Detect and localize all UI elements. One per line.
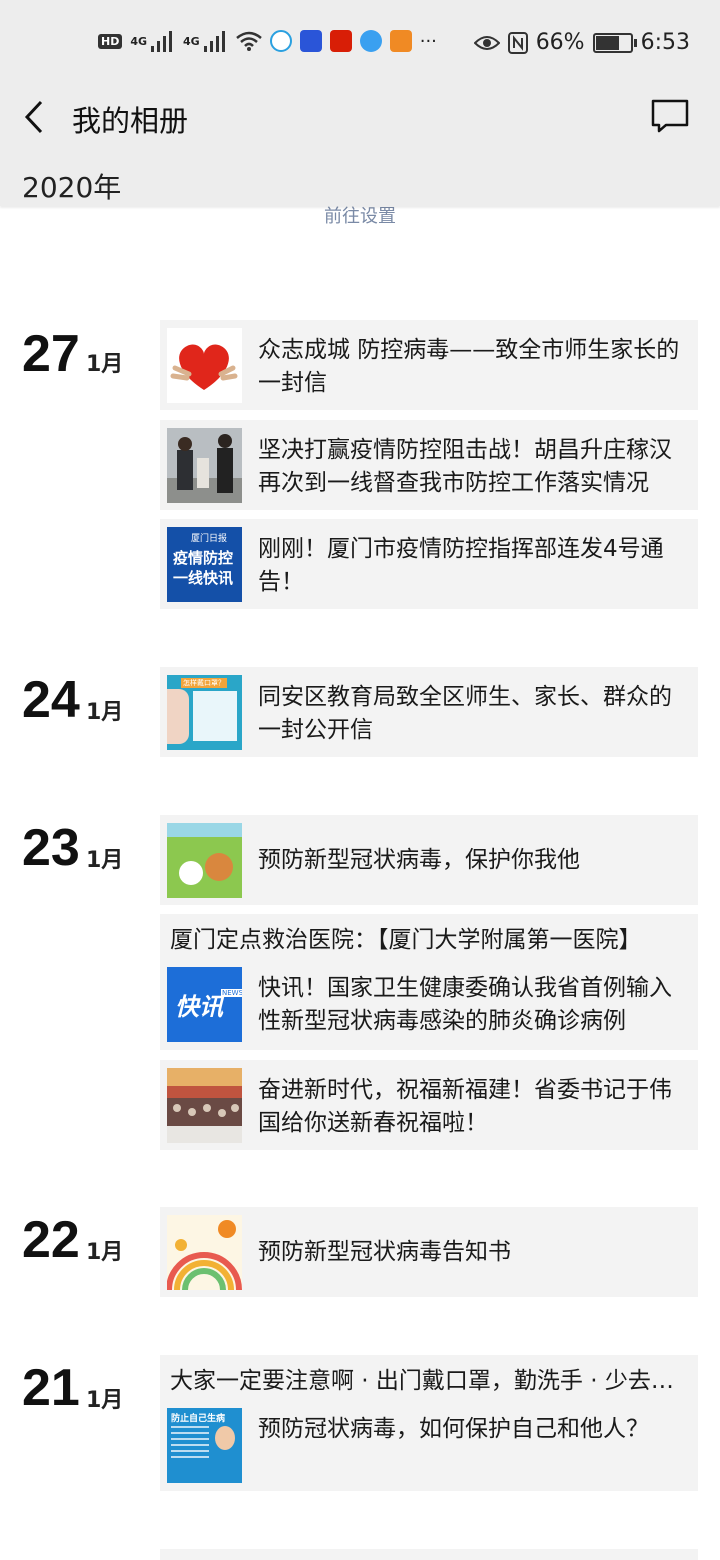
post-title: 预防冠状病毒，如何保护自己和他人？ bbox=[258, 1416, 649, 1442]
video-app-icon bbox=[389, 30, 412, 52]
thumb-line2: 一线快讯 bbox=[173, 569, 234, 587]
event-photo-icon bbox=[167, 1068, 242, 1143]
post-card[interactable]: 厦门日报 疫情防控 一线快讯 刚刚！厦门市疫情防控指挥部连发4号通告！ bbox=[160, 519, 698, 609]
post-title: 快讯！国家卫生健康委确认我省首例输入性新型冠状病毒感染的肺炎确诊病例 bbox=[258, 975, 672, 1034]
eye-comfort-icon bbox=[473, 35, 500, 50]
status-left: HD 4G 4G ··· bbox=[98, 30, 437, 52]
post-card[interactable]: 预防新型冠状病毒告知书 bbox=[160, 1207, 698, 1297]
network-label-2: 4G bbox=[183, 34, 200, 48]
person-figure bbox=[215, 1426, 235, 1450]
netease-app-icon bbox=[329, 30, 352, 52]
post-card[interactable]: 坚决打赢疫情防控阻击战！胡昌升庄稼汉再次到一线督查我市防控工作落实情况 bbox=[160, 420, 698, 510]
text-block bbox=[193, 691, 237, 741]
post-thumbnail: 怎样戴口罩？ bbox=[167, 675, 242, 750]
year-label: 2020年 bbox=[22, 171, 122, 204]
post-card[interactable]: 怎样戴口罩？ 同安区教育局致全区师生、家长、群众的一封公开信 bbox=[160, 667, 698, 757]
signal-icon bbox=[149, 30, 175, 52]
month-label: 1月 bbox=[86, 352, 124, 377]
post-thumbnail: 厦门日报 疫情防控 一线快讯 bbox=[167, 527, 242, 602]
battery-percent: 66% bbox=[535, 30, 585, 55]
heart-hands-image-icon bbox=[170, 344, 238, 390]
post-title: 刚刚！厦门市疫情防控指挥部连发4号通告！ bbox=[258, 536, 664, 595]
rainbow-illustration-icon bbox=[167, 1220, 242, 1290]
post-thumbnail bbox=[167, 428, 242, 503]
day-number: 22 bbox=[22, 1211, 80, 1269]
more-notifications-icon: ··· bbox=[419, 30, 437, 52]
post-thumbnail: 快讯 NEWS bbox=[167, 967, 242, 1042]
post-thumbnail bbox=[167, 1068, 242, 1143]
battery-icon bbox=[592, 32, 637, 53]
post-card[interactable]: 奋进新时代，祝福新福建！省委书记于伟国给你送新春祝福啦！ bbox=[160, 1060, 698, 1150]
thumb-title: 防止自己生病 bbox=[171, 1414, 226, 1424]
post-thumbnail bbox=[167, 823, 242, 898]
post-card-with-note[interactable]: 大家一定要注意啊 · 出门戴口罩，勤洗手 · 少去人员密集场所 防止自己生病 预… bbox=[160, 1355, 698, 1491]
status-bar: HD 4G 4G ··· 66% 6:53 bbox=[0, 0, 720, 88]
day-number: 24 bbox=[22, 671, 80, 729]
day-number: 27 bbox=[22, 325, 80, 383]
month-label: 1月 bbox=[86, 1388, 124, 1413]
post-thumbnail bbox=[167, 328, 242, 403]
post-note: 厦门定点救治医院：【厦门大学附属第一医院】 bbox=[170, 927, 642, 953]
hd-icon: HD bbox=[98, 33, 123, 49]
chat-app-icon bbox=[269, 30, 292, 52]
post-title: 预防新型冠状病毒告知书 bbox=[258, 1239, 511, 1265]
status-right: 66% 6:53 bbox=[473, 30, 690, 55]
post-title: 预防新型冠状病毒，保护你我他 bbox=[258, 847, 580, 873]
thumb-kuaixun: 快讯 bbox=[175, 993, 223, 1021]
inspection-photo-icon bbox=[167, 428, 242, 503]
month-label: 1月 bbox=[86, 700, 124, 725]
page-title: 我的相册 bbox=[72, 104, 189, 138]
post-card[interactable]: 众志成城 防控病毒——致全市师生家长的一封信 bbox=[160, 320, 698, 410]
post-card-partial[interactable] bbox=[160, 1549, 698, 1560]
post-card[interactable]: 预防新型冠状病毒，保护你我他 bbox=[160, 815, 698, 905]
person-figure bbox=[167, 689, 189, 744]
wifi-icon bbox=[235, 31, 262, 51]
cartoon-image-icon bbox=[167, 823, 242, 898]
thumb-brand: 厦门日报 bbox=[191, 534, 228, 544]
day-number: 23 bbox=[22, 819, 80, 877]
post-title: 奋进新时代，祝福新福建！省委书记于伟国给你送新春祝福啦！ bbox=[258, 1077, 672, 1136]
post-card-with-note[interactable]: 厦门定点救治医院：【厦门大学附属第一医院】 快讯 NEWS 快讯！国家卫生健康委… bbox=[160, 914, 698, 1050]
day-number: 21 bbox=[22, 1359, 80, 1417]
month-label: 1月 bbox=[86, 848, 124, 873]
baidu-app-icon bbox=[299, 30, 322, 52]
month-label: 1月 bbox=[86, 1240, 124, 1265]
post-title: 坚决打赢疫情防控阻击战！胡昌升庄稼汉再次到一线督查我市防控工作落实情况 bbox=[258, 437, 672, 496]
post-thumbnail bbox=[167, 1215, 242, 1290]
back-arrow-icon[interactable] bbox=[24, 100, 44, 134]
message-icon[interactable] bbox=[650, 98, 690, 134]
post-title: 众志成城 防控病毒——致全市师生家长的一封信 bbox=[258, 337, 680, 396]
thumb-line1: 疫情防控 bbox=[173, 549, 234, 567]
thumb-question: 怎样戴口罩？ bbox=[181, 678, 227, 688]
browser-app-icon bbox=[359, 30, 382, 52]
post-title: 同安区教育局致全区师生、家长、群众的一封公开信 bbox=[258, 684, 672, 743]
clock: 6:53 bbox=[640, 30, 690, 55]
post-note: 大家一定要注意啊 · 出门戴口罩，勤洗手 · 少去人员密集场所 bbox=[170, 1368, 684, 1394]
thumb-news: NEWS bbox=[221, 989, 242, 997]
nfc-icon bbox=[507, 31, 528, 54]
post-thumbnail: 防止自己生病 bbox=[167, 1408, 242, 1483]
text-lines bbox=[171, 1426, 209, 1462]
signal-icon-2 bbox=[202, 30, 228, 52]
network-label-1: 4G bbox=[130, 34, 148, 48]
